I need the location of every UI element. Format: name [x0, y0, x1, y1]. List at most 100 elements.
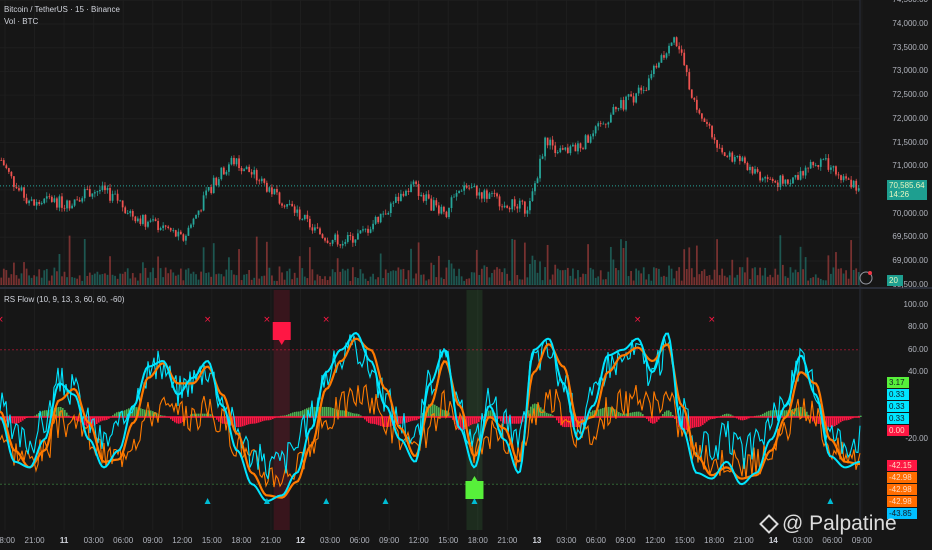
candle-body	[592, 133, 595, 137]
candle-body	[149, 220, 152, 222]
volume-bar	[516, 275, 519, 285]
volume-bar	[658, 268, 660, 285]
price-tick-label: 74,500.00	[892, 0, 928, 4]
volume-bar	[164, 267, 167, 285]
volume-bar	[615, 268, 617, 285]
volume-bar	[607, 271, 610, 285]
histogram-bar	[254, 417, 256, 424]
symbol-legend[interactable]: Bitcoin / TetherUS · 15 · Binance	[4, 5, 120, 14]
volume-bar	[713, 269, 716, 285]
candle-body	[809, 161, 812, 169]
histogram-bar	[518, 417, 520, 424]
volume-bar	[769, 274, 772, 285]
histogram-bar	[774, 410, 776, 417]
histogram-bar	[98, 417, 100, 423]
candle-body	[832, 166, 835, 168]
candle-body	[144, 214, 147, 227]
volume-bar	[663, 275, 665, 285]
histogram-bar	[296, 411, 298, 417]
volume-bar	[53, 267, 56, 285]
volume-bar	[784, 276, 787, 285]
candle-body	[316, 227, 319, 229]
histogram-bar	[602, 408, 604, 417]
volume-bar	[311, 269, 314, 285]
volume-bar	[486, 266, 488, 285]
candle-body	[131, 211, 134, 217]
volume-bar	[640, 273, 643, 285]
candle-body	[58, 196, 61, 208]
candle-body	[594, 126, 597, 134]
candle-body	[764, 177, 767, 179]
candle-body	[225, 171, 228, 175]
histogram-bar	[340, 410, 342, 417]
candle-body	[645, 90, 648, 91]
volume-bar	[83, 239, 86, 285]
histogram-bar	[608, 406, 610, 417]
volume-bar	[850, 240, 853, 285]
volume-bar	[268, 267, 271, 285]
candle-body	[195, 214, 197, 219]
volume-bar	[453, 268, 455, 285]
volume-legend[interactable]: Vol · BTC	[4, 17, 38, 26]
candle-body	[756, 169, 759, 172]
candle-body	[554, 145, 557, 154]
volume-bar	[301, 268, 304, 285]
volume-bar	[172, 272, 175, 285]
volume-bar	[25, 268, 28, 285]
candle-body	[794, 175, 797, 178]
candle-body	[744, 157, 746, 163]
candle-body	[76, 199, 79, 201]
candle-body	[109, 188, 111, 201]
volume-bar	[364, 278, 367, 285]
candle-body	[126, 213, 129, 214]
candle-body	[733, 157, 736, 162]
volume-bar	[144, 267, 147, 285]
price-tick-label: 74,000.00	[892, 19, 928, 28]
histogram-bar	[18, 417, 20, 423]
candle-body	[453, 196, 455, 198]
time-tick-label: 06:00	[349, 536, 370, 545]
candle-body	[111, 193, 114, 201]
histogram-bar	[634, 411, 636, 417]
volume-bar	[339, 271, 342, 285]
candle-body	[48, 196, 51, 198]
candle-body	[597, 123, 600, 127]
volume-bar	[293, 272, 296, 285]
candle-body	[559, 148, 562, 153]
volume-bar	[344, 270, 347, 285]
time-tick-label: 03:00	[83, 536, 104, 545]
candle-body	[129, 211, 132, 214]
candle-body	[349, 235, 352, 237]
histogram-bar	[370, 417, 372, 424]
volume-bar	[225, 269, 228, 285]
histogram-bar	[406, 417, 408, 423]
volume-bar	[465, 278, 468, 285]
candle-body	[197, 210, 200, 215]
candle-body	[357, 233, 359, 240]
candle-body	[412, 181, 415, 185]
histogram-bar	[666, 410, 668, 417]
histogram-bar	[240, 417, 242, 427]
candle-body	[516, 206, 519, 209]
volume-bar	[351, 267, 354, 285]
candle-body	[708, 123, 711, 126]
volume-bar	[845, 270, 847, 285]
candle-body	[0, 160, 3, 161]
time-tick-label: 09:00	[615, 536, 636, 545]
indicator-legend[interactable]: RS Flow (10, 9, 13, 3, 60, 60, -60)	[4, 295, 125, 304]
candle-body	[93, 192, 96, 194]
candle-body	[523, 201, 526, 214]
candle-body	[569, 146, 572, 154]
candle-body	[25, 197, 28, 204]
candle-body	[139, 218, 142, 224]
candle-body	[91, 193, 94, 197]
candle-body	[351, 236, 354, 243]
chart-canvas[interactable]: ×××××××××××××××	[0, 0, 932, 550]
histogram-bar	[860, 415, 862, 417]
candle-body	[582, 148, 584, 150]
volume-bar	[445, 267, 448, 285]
volume-bar	[587, 244, 589, 285]
bar-countdown: 14:26	[889, 190, 910, 199]
candle-body	[723, 152, 726, 157]
volume-bar	[298, 256, 301, 285]
